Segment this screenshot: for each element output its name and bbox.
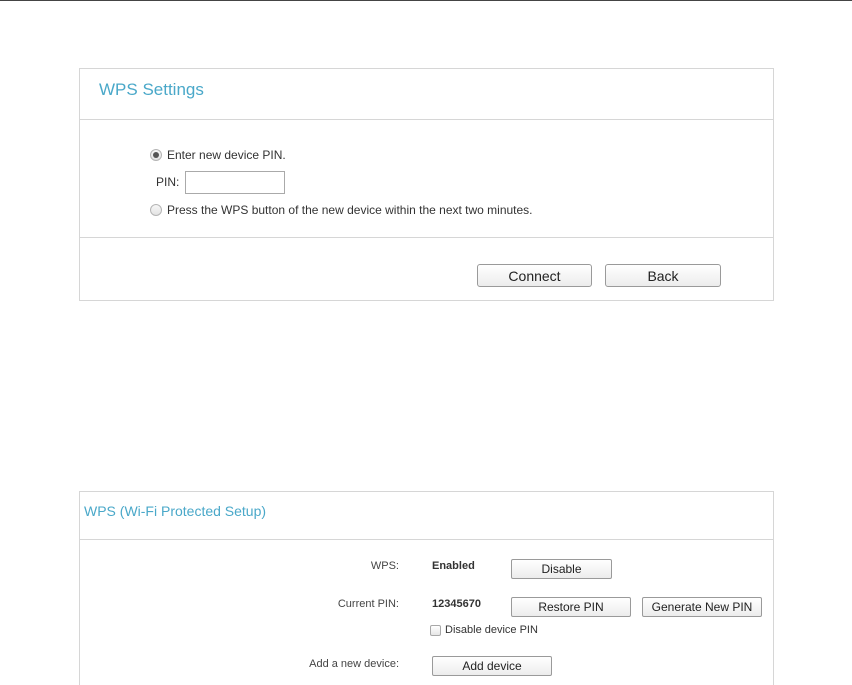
disable-wps-button[interactable]: Disable xyxy=(511,559,612,579)
current-pin-label: Current PIN: xyxy=(337,598,399,610)
wps-label: WPS: xyxy=(370,560,399,572)
wps-setup-panel: WPS (Wi-Fi Protected Setup) WPS: Enabled… xyxy=(79,491,774,685)
restore-pin-button[interactable]: Restore PIN xyxy=(511,597,631,617)
back-button[interactable]: Back xyxy=(605,264,721,287)
push-button-label: Press the WPS button of the new device w… xyxy=(167,203,533,217)
wps-setup-title: WPS (Wi-Fi Protected Setup) xyxy=(84,503,267,519)
divider xyxy=(80,539,773,540)
disable-device-pin-checkbox[interactable] xyxy=(430,625,441,636)
generate-new-pin-button[interactable]: Generate New PIN xyxy=(642,597,762,617)
top-rule xyxy=(0,0,852,1)
pin-label: PIN: xyxy=(156,175,180,189)
connect-button[interactable]: Connect xyxy=(477,264,592,287)
disable-device-pin-label: Disable device PIN xyxy=(445,624,538,636)
divider xyxy=(80,119,773,120)
wps-settings-title: WPS Settings xyxy=(99,80,204,99)
wps-settings-panel: WPS Settings Enter new device PIN. PIN: … xyxy=(79,68,774,301)
pin-input[interactable] xyxy=(185,171,285,194)
wps-status: Enabled xyxy=(432,560,475,572)
enter-pin-radio[interactable] xyxy=(150,149,162,161)
current-pin-value: 12345670 xyxy=(432,598,481,610)
enter-pin-label: Enter new device PIN. xyxy=(167,148,286,162)
add-device-label: Add a new device: xyxy=(309,658,399,670)
add-device-button[interactable]: Add device xyxy=(432,656,552,676)
push-button-radio[interactable] xyxy=(150,204,162,216)
divider xyxy=(80,237,773,238)
